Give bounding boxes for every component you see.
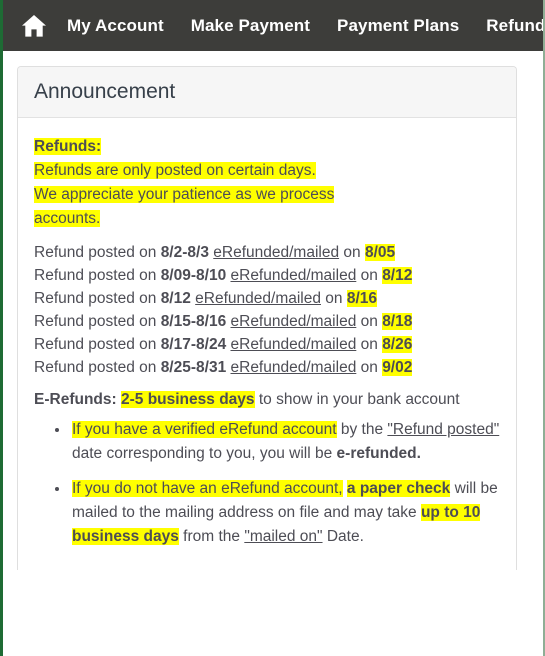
intro-line-3: accounts. bbox=[34, 210, 101, 228]
note1-part5: e-refunded. bbox=[336, 445, 421, 463]
refund-posted-date: 8/12 bbox=[160, 290, 191, 308]
refund-row-mid: on bbox=[325, 290, 343, 308]
refund-posted-term[interactable]: "Refund posted" bbox=[387, 421, 499, 438]
page-title: Announcement bbox=[34, 80, 176, 103]
mailed-on-term[interactable]: "mailed on" bbox=[244, 528, 322, 545]
note1-part2: by the bbox=[340, 421, 384, 439]
list-item: If you do not have an eRefund account, a… bbox=[70, 477, 500, 549]
refund-mailed-date: 8/12 bbox=[382, 267, 413, 285]
intro-line-2: We appreciate your patience as we proces… bbox=[34, 186, 335, 204]
announcement-intro: Refunds: Refunds are only posted on cert… bbox=[34, 135, 500, 231]
announcement-card-body: Refunds: Refunds are only posted on cert… bbox=[18, 118, 516, 570]
refund-posted-date: 8/17-8/24 bbox=[160, 336, 227, 354]
nav-item-my-account[interactable]: My Account bbox=[67, 16, 164, 36]
refund-row-mid: on bbox=[360, 359, 378, 377]
announcement-card-header: Announcement bbox=[18, 67, 516, 119]
refund-mailed-date: 8/18 bbox=[382, 313, 413, 331]
refund-row-prefix: Refund posted on bbox=[34, 290, 157, 308]
erefunds-tail: to show in your bank account bbox=[258, 391, 460, 409]
announcement-card: Announcement Refunds: Refunds are only p… bbox=[17, 66, 517, 571]
erefunds-summary: E-Refunds: 2-5 business days to show in … bbox=[34, 388, 500, 412]
refund-mailed-date: 8/26 bbox=[382, 336, 413, 354]
erefunds-duration: 2-5 business days bbox=[120, 391, 255, 409]
main-navbar: My Account Make Payment Payment Plans Re… bbox=[3, 0, 543, 51]
intro-heading: Refunds: bbox=[34, 138, 102, 156]
home-icon[interactable] bbox=[19, 11, 49, 41]
content-area: Announcement Refunds: Refunds are only p… bbox=[3, 51, 543, 571]
refund-row-prefix: Refund posted on bbox=[34, 244, 157, 262]
refund-row-mid: on bbox=[360, 336, 378, 354]
refund-row-mid: on bbox=[343, 244, 361, 262]
refund-posted-date: 8/25-8/31 bbox=[160, 359, 227, 377]
refund-posted-date: 8/15-8/16 bbox=[160, 313, 227, 331]
refund-row-prefix: Refund posted on bbox=[34, 359, 157, 377]
erefunded-mailed-link[interactable]: eRefunded/mailed bbox=[195, 290, 321, 307]
refund-row-prefix: Refund posted on bbox=[34, 313, 157, 331]
nav-item-payment-plans[interactable]: Payment Plans bbox=[337, 16, 459, 36]
nav-item-make-payment[interactable]: Make Payment bbox=[191, 16, 310, 36]
refund-mailed-date: 9/02 bbox=[382, 359, 413, 377]
refund-notes-list: If you have a verified eRefund account b… bbox=[34, 418, 500, 549]
refund-row-prefix: Refund posted on bbox=[34, 336, 157, 354]
note2-part5: from the bbox=[183, 528, 240, 546]
refund-row-mid: on bbox=[360, 313, 378, 331]
intro-line-1: Refunds are only posted on certain days. bbox=[34, 162, 316, 180]
erefunded-mailed-link[interactable]: eRefunded/mailed bbox=[231, 313, 357, 330]
refund-mailed-date: 8/05 bbox=[364, 244, 396, 262]
note2-part1: If you do not have an eRefund account, bbox=[72, 480, 343, 498]
note2-part7: Date. bbox=[326, 528, 364, 546]
refund-schedule-row: Refund posted on 8/15-8/16 eRefunded/mai… bbox=[34, 310, 500, 333]
refund-schedule-row: Refund posted on 8/12 eRefunded/mailed o… bbox=[34, 287, 500, 310]
list-item: If you have a verified eRefund account b… bbox=[70, 418, 500, 466]
refund-schedule-row: Refund posted on 8/09-8/10 eRefunded/mai… bbox=[34, 264, 500, 287]
refund-schedule-row: Refund posted on 8/2-8/3 eRefunded/maile… bbox=[34, 241, 500, 264]
refund-schedule-row: Refund posted on 8/17-8/24 eRefunded/mai… bbox=[34, 333, 500, 356]
note1-part1: If you have a verified eRefund account bbox=[72, 421, 337, 439]
nav-item-refunds[interactable]: Refunds bbox=[486, 16, 543, 36]
refund-schedule-row: Refund posted on 8/25-8/31 eRefunded/mai… bbox=[34, 356, 500, 379]
erefunded-mailed-link[interactable]: eRefunded/mailed bbox=[231, 336, 357, 353]
note2-paper-check: a paper check bbox=[346, 480, 451, 498]
refund-row-prefix: Refund posted on bbox=[34, 267, 157, 285]
erefunds-label: E-Refunds: bbox=[34, 391, 117, 409]
note1-part4: date corresponding to you, you will be bbox=[72, 445, 333, 463]
refund-schedule-list: Refund posted on 8/2-8/3 eRefunded/maile… bbox=[34, 241, 500, 379]
erefunded-mailed-link[interactable]: eRefunded/mailed bbox=[231, 359, 357, 376]
erefunded-mailed-link[interactable]: eRefunded/mailed bbox=[231, 267, 357, 284]
refund-posted-date: 8/09-8/10 bbox=[160, 267, 227, 285]
refund-row-mid: on bbox=[360, 267, 378, 285]
page-root: My Account Make Payment Payment Plans Re… bbox=[3, 0, 543, 656]
erefunded-mailed-link[interactable]: eRefunded/mailed bbox=[213, 244, 339, 261]
refund-posted-date: 8/2-8/3 bbox=[160, 244, 209, 262]
refund-mailed-date: 8/16 bbox=[346, 290, 378, 308]
